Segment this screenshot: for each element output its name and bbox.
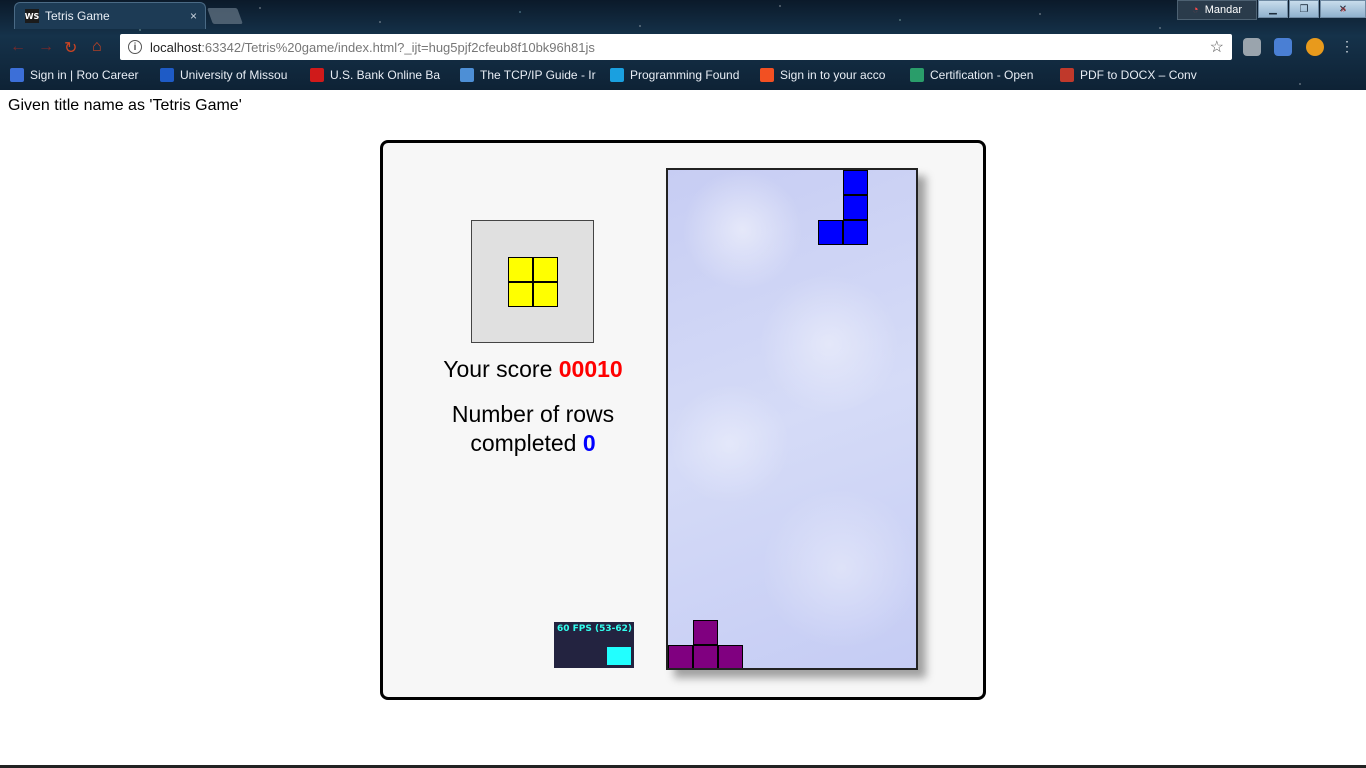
- webstorm-icon: WS: [25, 9, 39, 23]
- score-value: 00010: [558, 356, 623, 382]
- falling-piece-block: [843, 195, 868, 220]
- rows-value: 0: [582, 430, 596, 456]
- bookmark-favicon-icon: [1060, 68, 1074, 82]
- bookmark-favicon-icon: [760, 68, 774, 82]
- rows-label-line1: Number of rows: [451, 401, 615, 427]
- minimize-button[interactable]: ▁: [1258, 0, 1288, 18]
- profile-button[interactable]: ◔ Mandar: [1177, 0, 1257, 20]
- fps-text: 60 FPS (53-62): [557, 624, 633, 634]
- game-container: Your score 00010 Number of rows complete…: [380, 140, 986, 700]
- home-icon[interactable]: ⌂: [92, 38, 102, 56]
- minimize-icon: ▁: [1269, 3, 1277, 15]
- bookmark-star-icon[interactable]: ☆: [1210, 37, 1224, 57]
- landed-block: [668, 645, 693, 668]
- bookmark-item[interactable]: Programming Found: [610, 65, 750, 85]
- next-piece-block: [508, 257, 533, 282]
- page-caption: Given title name as 'Tetris Game': [8, 97, 242, 114]
- falling-piece-block: [843, 220, 868, 245]
- url-path: :63342/Tetris%20game/index.html?_ijt=hug…: [201, 39, 595, 55]
- compass-extension-icon[interactable]: [1306, 38, 1324, 56]
- tab-close-icon[interactable]: ×: [190, 9, 197, 23]
- bookmark-label: University of Missou: [180, 68, 288, 82]
- profile-icon: ◔: [1192, 4, 1199, 16]
- profile-name: Mandar: [1204, 4, 1242, 16]
- bookmark-item[interactable]: University of Missou: [160, 65, 300, 85]
- bookmark-item[interactable]: Certification - Open: [910, 65, 1050, 85]
- info-icon[interactable]: i: [128, 40, 142, 54]
- bookmark-item[interactable]: U.S. Bank Online Ba: [310, 65, 450, 85]
- restore-button[interactable]: ❐: [1289, 0, 1319, 18]
- bookmark-favicon-icon: [610, 68, 624, 82]
- url-text[interactable]: localhost:63342/Tetris%20game/index.html…: [150, 40, 1210, 55]
- browser-tab[interactable]: WS Tetris Game ×: [14, 2, 206, 29]
- bookmark-item[interactable]: The TCP/IP Guide - Ir: [460, 65, 600, 85]
- forward-arrow-icon[interactable]: →: [38, 38, 54, 56]
- translate-extension-icon[interactable]: [1274, 38, 1292, 56]
- bookmarks-more-icon[interactable]: »: [1340, 4, 1346, 15]
- window-controls: ◔ Mandar ▁ ❐ ✕: [1177, 0, 1366, 20]
- bookmarks-bar: Sign in | Roo Career University of Missou…: [0, 64, 1366, 86]
- falling-piece-block: [818, 220, 843, 245]
- url-host: localhost: [150, 39, 202, 55]
- bookmark-favicon-icon: [460, 68, 474, 82]
- bookmark-favicon-icon: [310, 68, 324, 82]
- score-label: Your score: [443, 356, 553, 382]
- landed-block: [693, 620, 718, 645]
- tab-title: Tetris Game: [45, 9, 110, 23]
- bookmark-favicon-icon: [910, 68, 924, 82]
- bookmark-favicon-icon: [10, 68, 24, 82]
- next-piece-block: [533, 282, 558, 307]
- restore-icon: ❐: [1299, 3, 1309, 15]
- bookmark-favicon-icon: [160, 68, 174, 82]
- next-piece-preview: [471, 220, 594, 343]
- bookmark-label: PDF to DOCX – Conv: [1080, 68, 1197, 82]
- navigation-bar: ← → ↻ ⌂ i localhost:63342/Tetris%20game/…: [0, 32, 1366, 62]
- bookmark-item[interactable]: Sign in to your acco: [760, 65, 900, 85]
- landed-block: [718, 645, 743, 668]
- bookmark-item[interactable]: PDF to DOCX – Conv: [1060, 65, 1200, 85]
- bookmark-label: Certification - Open: [930, 68, 1034, 82]
- game-board[interactable]: [666, 168, 918, 670]
- address-bar[interactable]: i localhost:63342/Tetris%20game/index.ht…: [120, 34, 1232, 60]
- skype-extension-icon[interactable]: [1243, 38, 1261, 56]
- bookmark-label: Sign in to your acco: [780, 68, 886, 82]
- new-tab-button[interactable]: [207, 8, 243, 24]
- fps-graph: [607, 647, 631, 665]
- falling-piece-block: [843, 170, 868, 195]
- menu-icon[interactable]: ⋮: [1340, 38, 1354, 55]
- reload-icon[interactable]: ↻: [64, 38, 77, 58]
- bookmark-label: Programming Found: [630, 68, 740, 82]
- browser-chrome: WS Tetris Game × ◔ Mandar ▁ ❐ ✕ ← → ↻ ⌂ …: [0, 0, 1366, 90]
- rows-label-line2: completed: [470, 430, 577, 456]
- bookmark-label: Sign in | Roo Career: [30, 68, 139, 82]
- next-piece-block: [508, 282, 533, 307]
- rows-display: Number of rows completed 0: [383, 400, 683, 458]
- bookmark-label: U.S. Bank Online Ba: [330, 68, 441, 82]
- back-arrow-icon[interactable]: ←: [10, 38, 26, 56]
- score-display: Your score 00010: [383, 356, 683, 383]
- landed-block: [693, 645, 718, 668]
- bookmark-item[interactable]: Sign in | Roo Career: [10, 65, 150, 85]
- fps-meter[interactable]: 60 FPS (53-62): [554, 622, 634, 668]
- next-piece-block: [533, 257, 558, 282]
- bookmark-label: The TCP/IP Guide - Ir: [480, 68, 596, 82]
